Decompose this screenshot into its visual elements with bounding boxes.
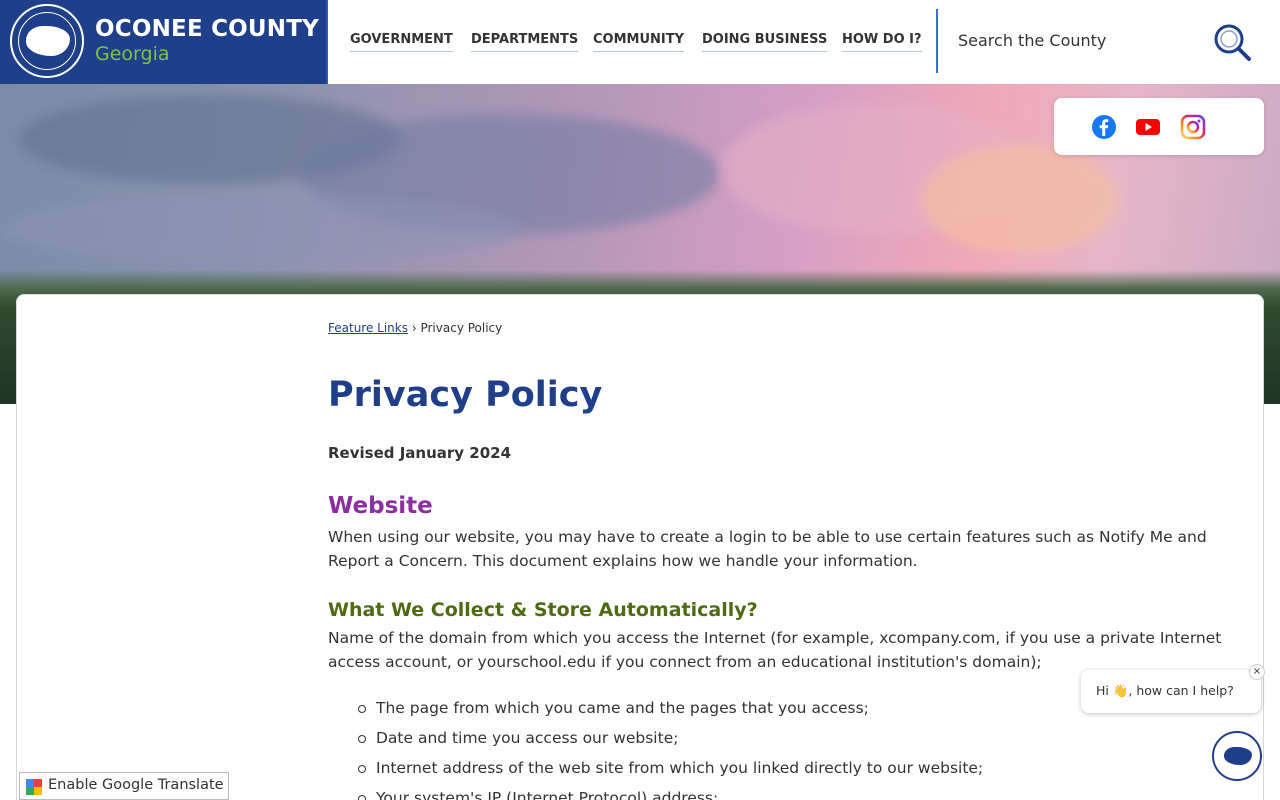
nav-divider: [936, 9, 938, 73]
nav-community[interactable]: COMMUNITY: [593, 32, 685, 52]
breadcrumb-separator: ›: [411, 321, 417, 335]
nav-departments[interactable]: DEPARTMENTS: [471, 32, 579, 52]
google-translate-button[interactable]: Enable Google Translate: [19, 772, 229, 800]
section-website-text: When using our website, you may have to …: [328, 528, 1207, 570]
logo-block[interactable]: OCONEE COUNTY Georgia: [0, 0, 328, 84]
section-heading-website: Website: [328, 493, 433, 519]
social-links: [1054, 98, 1264, 155]
section-heading-collect: What We Collect & Store Automatically?: [328, 599, 758, 621]
section-collect-text: Name of the domain from which you access…: [328, 629, 1222, 671]
brand-title: OCONEE COUNTY: [95, 16, 319, 42]
list-item: The page from which you came and the pag…: [358, 696, 983, 726]
brand-subtitle: Georgia: [95, 43, 170, 65]
search-input[interactable]: Search the County: [958, 31, 1106, 50]
breadcrumb-link-feature-links[interactable]: Feature Links: [328, 321, 408, 335]
list-item: Your system's IP (Internet Protocol) add…: [358, 786, 983, 800]
google-translate-icon: [26, 779, 42, 795]
chat-greeting-bubble[interactable]: Hi 👋, how can I help?: [1081, 670, 1261, 713]
list-item: Date and time you access our website;: [358, 726, 983, 756]
nav-how-do-i[interactable]: HOW DO I?: [842, 32, 922, 52]
county-seal-icon: [10, 4, 84, 78]
nav-government[interactable]: GOVERNMENT: [350, 32, 453, 52]
list-item: Internet address of the web site from wh…: [358, 756, 983, 786]
instagram-icon[interactable]: [1180, 114, 1206, 140]
chat-launcher-icon[interactable]: [1212, 731, 1262, 781]
nav-doing-business[interactable]: DOING BUSINESS: [702, 32, 828, 52]
chat-close-button[interactable]: ×: [1249, 664, 1265, 680]
facebook-icon[interactable]: [1091, 114, 1117, 140]
google-translate-label: Enable Google Translate: [48, 777, 224, 793]
breadcrumb-current: Privacy Policy: [420, 321, 503, 335]
collected-data-list: The page from which you came and the pag…: [358, 696, 983, 800]
youtube-icon[interactable]: [1135, 114, 1161, 140]
search-icon[interactable]: [1212, 22, 1252, 62]
breadcrumb: Feature Links › Privacy Policy: [328, 321, 502, 335]
site-header: OCONEE COUNTY Georgia GOVERNMENT DEPARTM…: [0, 0, 1280, 84]
revised-date: Revised January 2024: [328, 444, 512, 462]
page-title: Privacy Policy: [328, 375, 603, 415]
